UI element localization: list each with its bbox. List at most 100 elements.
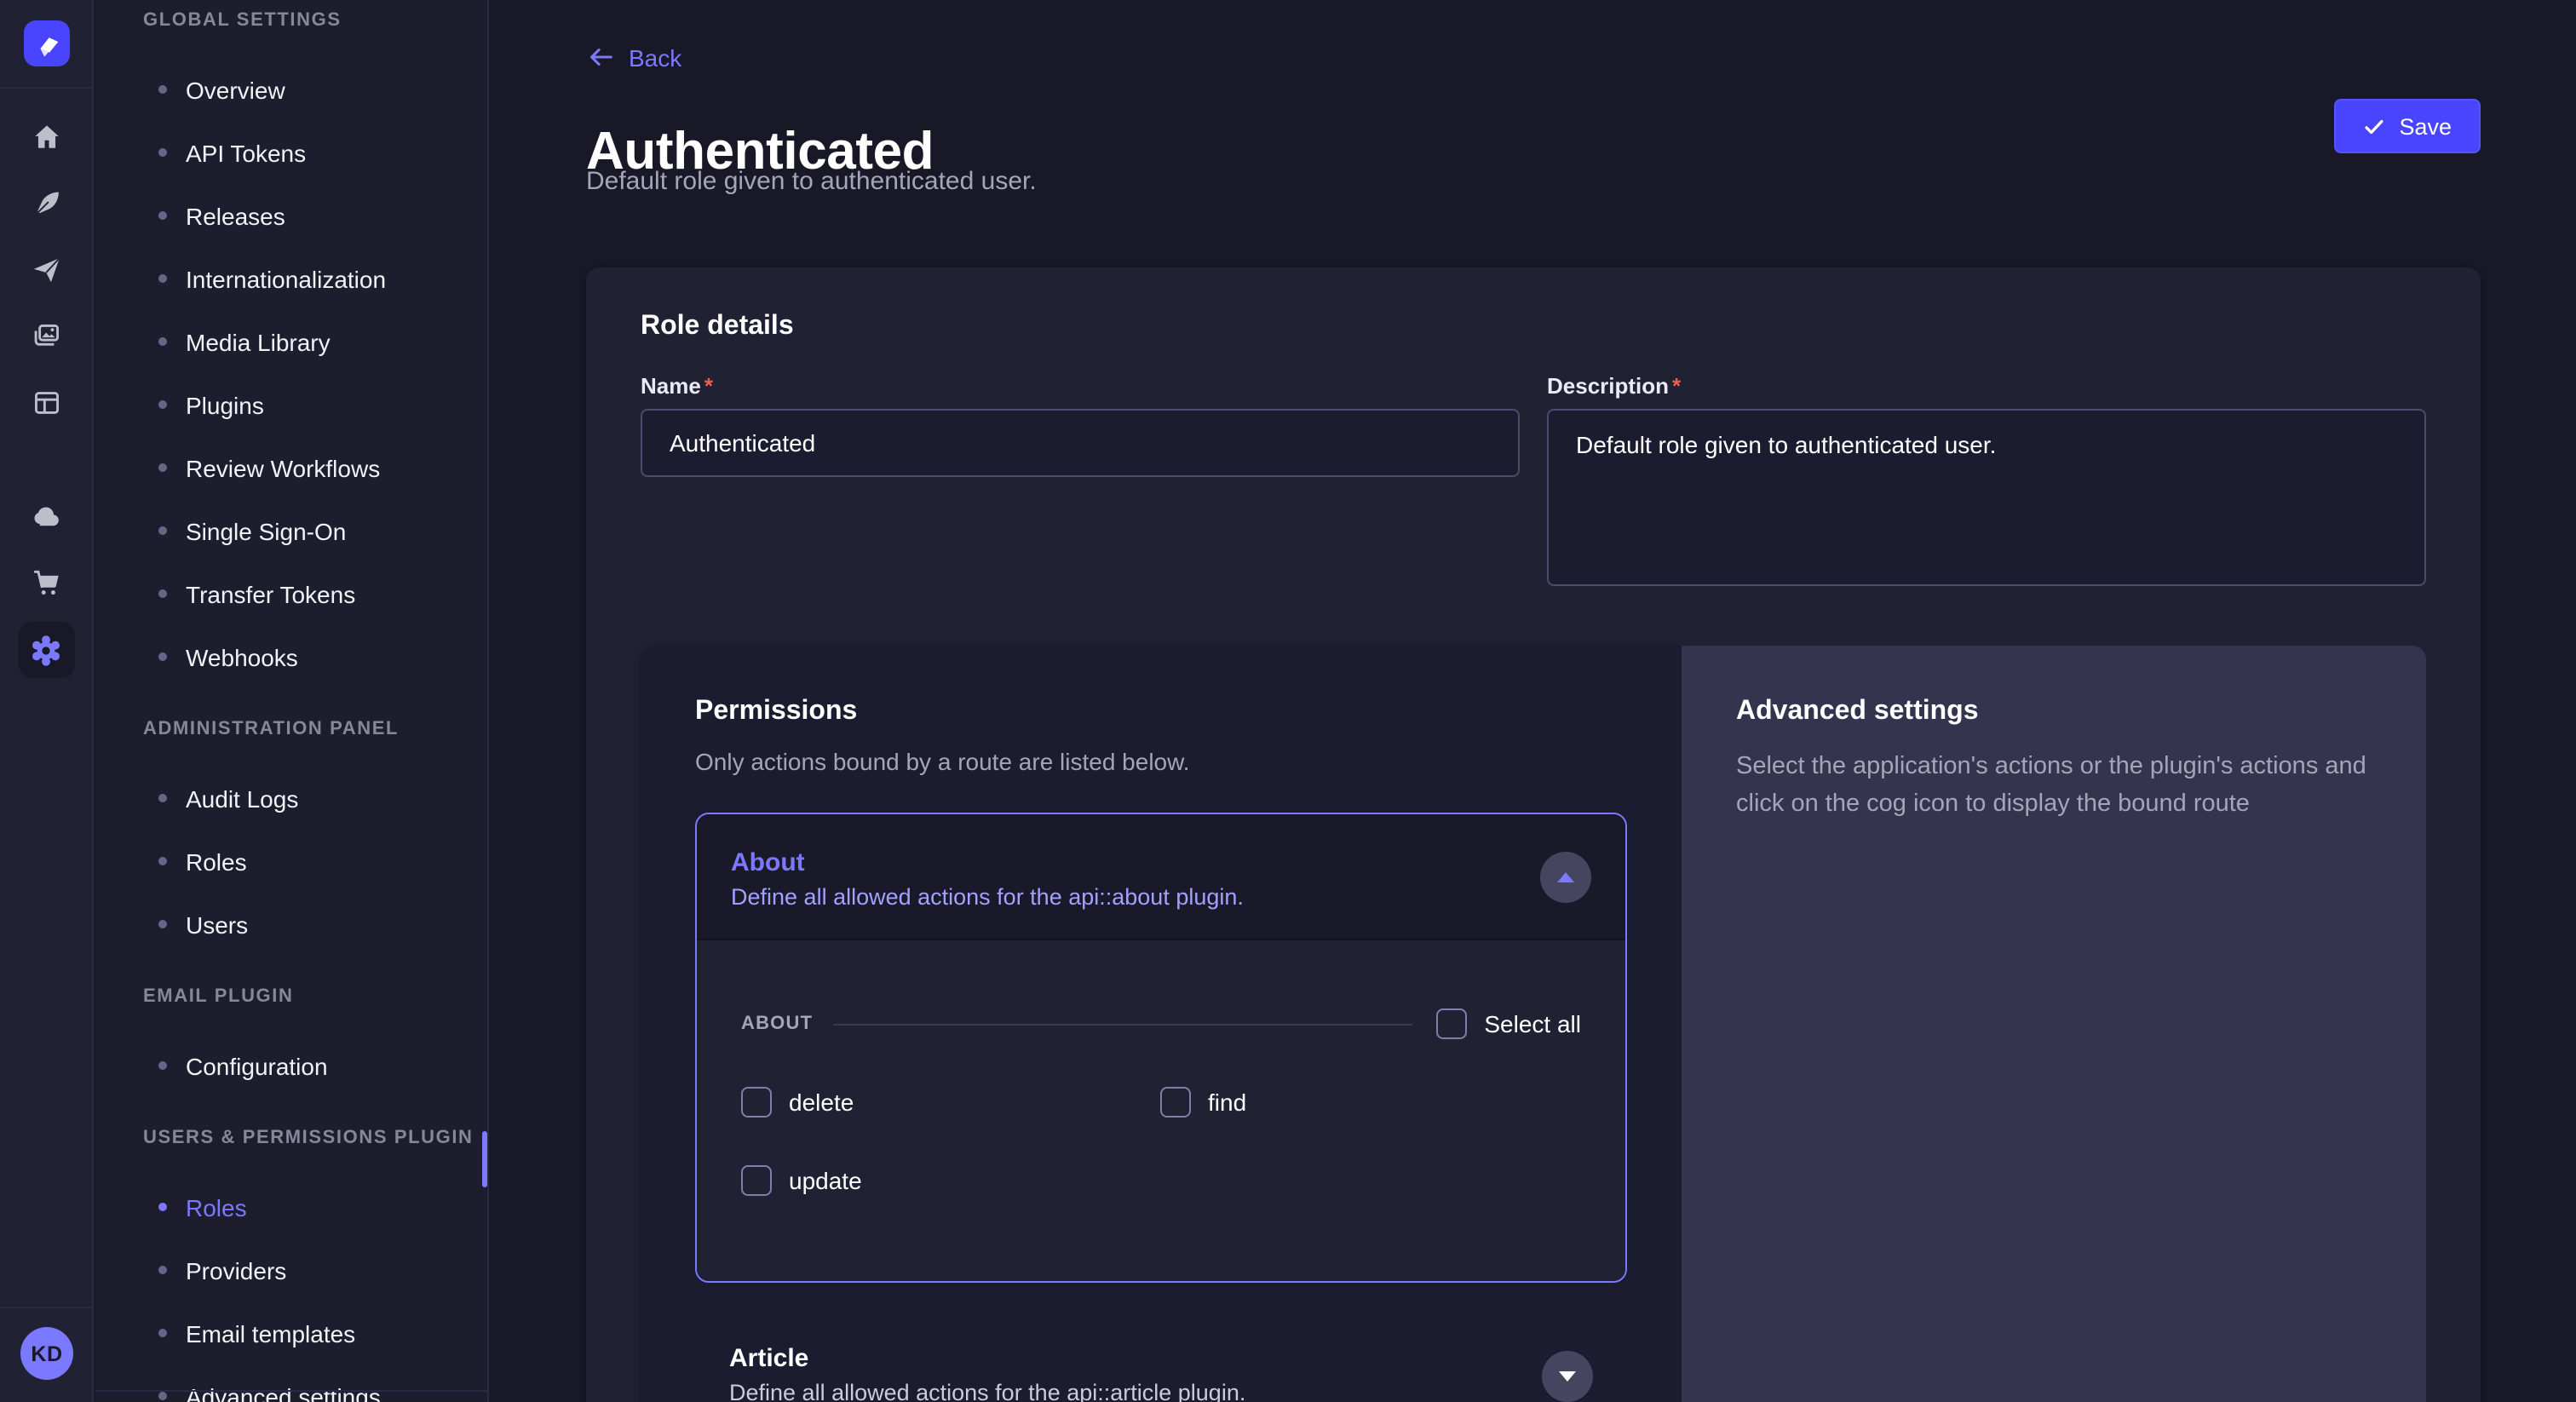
chevron-up-icon	[1557, 871, 1574, 882]
advanced-settings-title: Advanced settings	[1736, 697, 2372, 727]
advanced-settings-panel: Advanced settings Select the application…	[1682, 646, 2426, 1402]
media-library-icon[interactable]	[18, 308, 74, 365]
accordion-about-header[interactable]: About Define all allowed actions for the…	[697, 814, 1625, 940]
layout-icon[interactable]	[18, 375, 74, 431]
find-label: find	[1208, 1089, 1246, 1116]
marketplace-cart-icon[interactable]	[18, 555, 74, 612]
bullet-icon	[158, 463, 167, 472]
user-avatar[interactable]: KD	[20, 1327, 73, 1380]
update-label: update	[789, 1167, 862, 1194]
sidebar-item-api-tokens[interactable]: API Tokens	[95, 121, 487, 184]
accordion-article-header[interactable]: Article Define all allowed actions for t…	[695, 1344, 1627, 1402]
action-delete: delete	[741, 1087, 1160, 1118]
bullet-icon	[158, 274, 167, 283]
select-all-checkbox[interactable]	[1436, 1008, 1467, 1039]
bullet-icon	[158, 400, 167, 409]
nav-section-global-settings: GLOBAL SETTINGS	[95, 3, 487, 37]
rail-bottom-divider	[0, 1307, 92, 1308]
role-details-section: Role details Name* Description* Default …	[586, 267, 2481, 595]
arrow-left-icon	[586, 43, 615, 72]
permissions-title: Permissions	[695, 697, 1627, 727]
nav-section-users-permissions-plugin: USERS & PERMISSIONS PLUGIN	[95, 1121, 487, 1155]
bullet-icon	[158, 589, 167, 598]
sidebar-item-review-workflows[interactable]: Review Workflows	[95, 436, 487, 499]
accordion-about-body: ABOUT Select all delete	[697, 940, 1625, 1281]
update-checkbox[interactable]	[741, 1165, 772, 1196]
sidebar-item-releases[interactable]: Releases	[95, 184, 487, 247]
role-card: Role details Name* Description* Default …	[586, 267, 2481, 1402]
bullet-icon	[158, 1266, 167, 1274]
sidebar-item-single-sign-on[interactable]: Single Sign-On	[95, 499, 487, 562]
sidebar-item-media-library[interactable]: Media Library	[95, 310, 487, 373]
back-label: Back	[629, 43, 681, 71]
bullet-icon	[158, 857, 167, 865]
cloud-icon[interactable]	[18, 489, 74, 545]
sidebar-item-email-configuration[interactable]: Configuration	[95, 1034, 487, 1097]
name-input[interactable]	[641, 409, 1520, 477]
sidebar-item-admin-users[interactable]: Users	[95, 893, 487, 956]
bullet-icon	[158, 1329, 167, 1337]
accordion-article-title: Article	[729, 1344, 1593, 1373]
expand-button[interactable]	[1542, 1351, 1593, 1402]
collapse-button[interactable]	[1540, 851, 1591, 902]
action-update: update	[741, 1165, 1160, 1196]
group-label-about: ABOUT	[741, 1014, 813, 1034]
sidebar-item-internationalization[interactable]: Internationalization	[95, 247, 487, 310]
bullet-icon	[158, 920, 167, 928]
sidebar-item-up-roles[interactable]: Roles	[95, 1175, 487, 1238]
sidebar-item-admin-roles[interactable]: Roles	[95, 830, 487, 893]
sidebar-item-advanced-settings[interactable]: Advanced settings	[95, 1365, 487, 1402]
bullet-icon	[158, 337, 167, 346]
sidebar-item-overview[interactable]: Overview	[95, 58, 487, 121]
feather-content-icon[interactable]	[18, 175, 74, 232]
nav-section-administration-panel: ADMINISTRATION PANEL	[95, 712, 487, 746]
main-content: Back Authenticated Default role given to…	[489, 0, 2576, 1402]
subnav-scrollbar-thumb[interactable]	[482, 1131, 487, 1187]
name-label: Name*	[641, 373, 1520, 399]
bullet-icon	[158, 1061, 167, 1070]
group-divider-line	[833, 1023, 1412, 1025]
sidebar-item-transfer-tokens[interactable]: Transfer Tokens	[95, 562, 487, 625]
save-label: Save	[2399, 113, 2452, 139]
description-textarea[interactable]: Default role given to authenticated user…	[1547, 409, 2426, 586]
accordion-about-description: Define all allowed actions for the api::…	[731, 884, 1591, 910]
strapi-logo[interactable]	[23, 20, 69, 66]
sidebar-item-webhooks[interactable]: Webhooks	[95, 625, 487, 688]
save-button[interactable]: Save	[2334, 99, 2481, 153]
bullet-icon	[158, 85, 167, 94]
strapi-logo-icon	[30, 27, 62, 60]
rail-divider	[0, 87, 93, 89]
select-all-label: Select all	[1484, 1010, 1581, 1037]
action-find: find	[1160, 1087, 1581, 1118]
bullet-icon	[158, 794, 167, 802]
accordion-about-title: About	[731, 848, 1591, 877]
bullet-icon	[158, 526, 167, 535]
bullet-icon	[158, 1392, 167, 1400]
advanced-settings-body: Select the application's actions or the …	[1736, 748, 2372, 825]
delete-checkbox[interactable]	[741, 1087, 772, 1118]
home-icon[interactable]	[18, 109, 74, 165]
settings-gear-icon[interactable]	[18, 622, 74, 678]
permissions-subtitle: Only actions bound by a route are listed…	[695, 748, 1627, 775]
bullet-icon	[158, 652, 167, 661]
sidebar-item-email-templates[interactable]: Email templates	[95, 1301, 487, 1365]
sidebar-item-plugins[interactable]: Plugins	[95, 373, 487, 436]
delete-label: delete	[789, 1089, 854, 1116]
required-asterisk: *	[704, 373, 713, 399]
chevron-down-icon	[1559, 1371, 1576, 1382]
settings-subnav: GLOBAL SETTINGS Overview API Tokens Rele…	[95, 0, 489, 1402]
check-icon	[2363, 115, 2385, 137]
accordion-article-description: Define all allowed actions for the api::…	[729, 1380, 1593, 1402]
paper-plane-icon[interactable]	[18, 242, 74, 298]
bullet-icon	[158, 1203, 167, 1211]
global-nav-rail: KD	[0, 0, 94, 1402]
sidebar-item-audit-logs[interactable]: Audit Logs	[95, 767, 487, 830]
find-checkbox[interactable]	[1160, 1087, 1191, 1118]
back-link[interactable]: Back	[586, 43, 681, 72]
app-viewport: KD GLOBAL SETTINGS Overview API Tokens R…	[0, 0, 2576, 1402]
sidebar-item-providers[interactable]: Providers	[95, 1238, 487, 1301]
description-label: Description*	[1547, 373, 2426, 399]
accordion-about: About Define all allowed actions for the…	[695, 813, 1627, 1283]
page-subtitle: Default role given to authenticated user…	[586, 167, 1037, 196]
permissions-panel: Permissions Only actions bound by a rout…	[641, 646, 1682, 1402]
